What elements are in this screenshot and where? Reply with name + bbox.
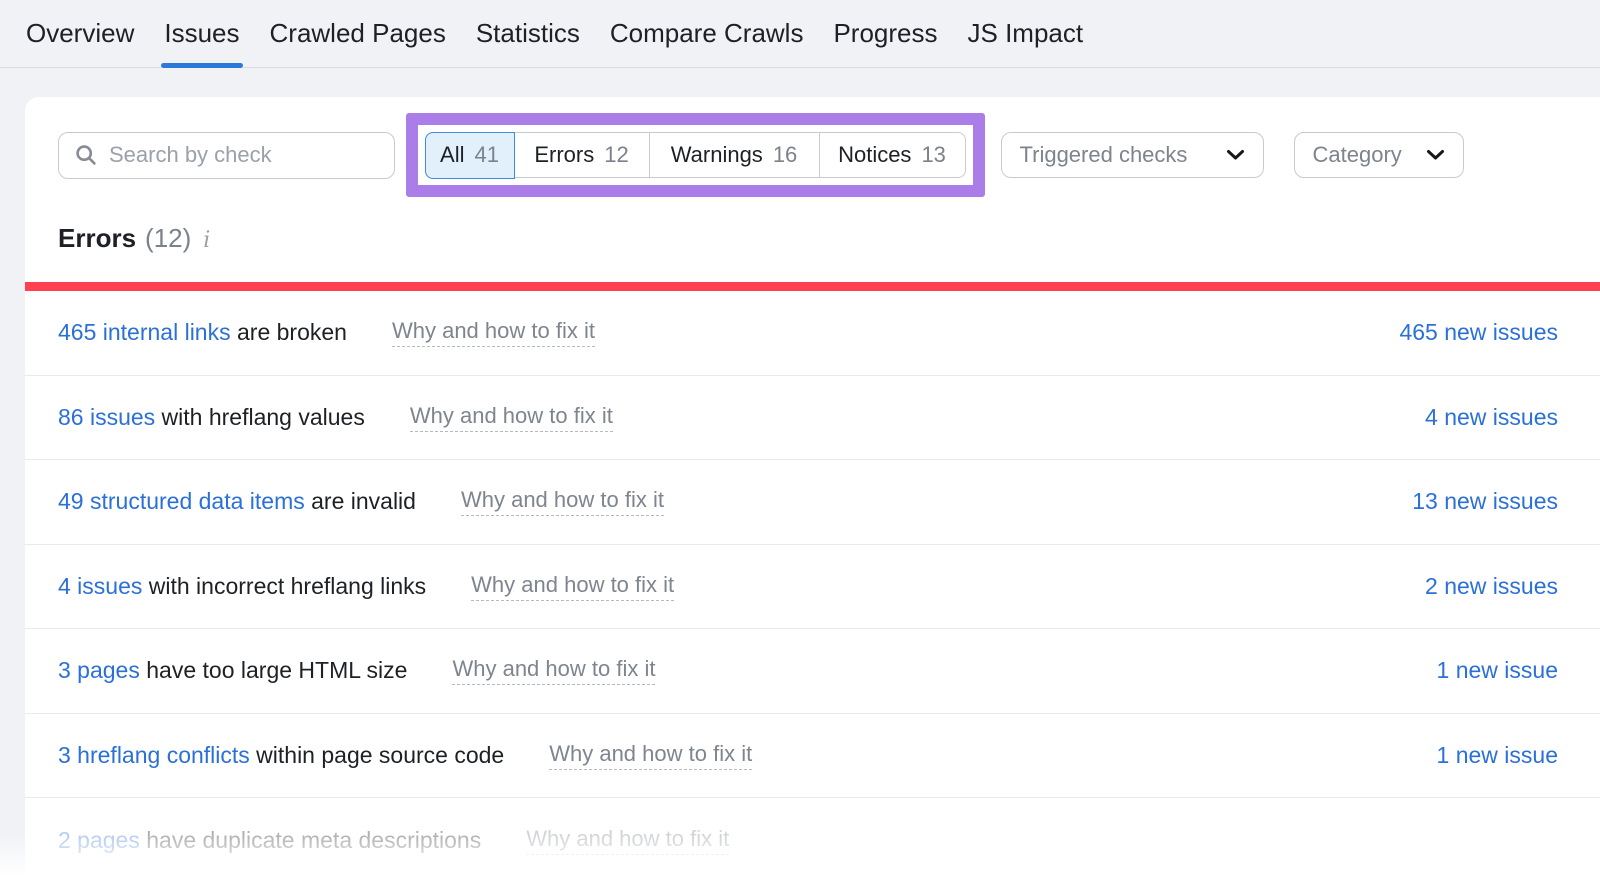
filter-notices[interactable]: Notices 13	[820, 133, 965, 177]
why-how-to-fix-link[interactable]: Why and how to fix it	[452, 656, 655, 685]
category-dropdown[interactable]: Category	[1294, 132, 1464, 178]
issue-description: have too large HTML size	[140, 657, 408, 684]
tab-statistics-label: Statistics	[476, 18, 580, 49]
why-how-to-fix-link[interactable]: Why and how to fix it	[549, 741, 752, 770]
filter-warnings[interactable]: Warnings 16	[650, 133, 820, 177]
filter-notices-label: Notices	[838, 142, 911, 168]
why-how-to-fix-link[interactable]: Why and how to fix it	[471, 572, 674, 601]
issue-row: 2 pages have duplicate meta descriptions…	[25, 798, 1600, 880]
issue-description: with hreflang values	[155, 404, 365, 431]
issue-link[interactable]: 86 issues	[58, 404, 155, 431]
section-title: Errors	[58, 222, 136, 254]
filter-errors-count: 12	[604, 142, 628, 168]
filter-warnings-label: Warnings	[671, 142, 763, 168]
filter-warnings-count: 16	[773, 142, 797, 168]
triggered-checks-dropdown[interactable]: Triggered checks	[1001, 132, 1264, 178]
filter-errors-label: Errors	[534, 142, 594, 168]
issues-toolbar: All 41 Errors 12 Warnings 16 Notices 13 …	[25, 113, 1600, 197]
filter-errors[interactable]: Errors 12	[515, 133, 650, 177]
triggered-checks-label: Triggered checks	[1020, 142, 1188, 168]
issue-description: are broken	[231, 319, 347, 346]
tab-crawled-pages[interactable]: Crawled Pages	[270, 0, 446, 67]
issue-row: 4 issues with incorrect hreflang links W…	[25, 545, 1600, 630]
issue-link[interactable]: 49 structured data items	[58, 488, 305, 515]
tab-progress-label: Progress	[833, 18, 937, 49]
new-issues-link[interactable]: 465 new issues	[1399, 319, 1558, 346]
filter-all[interactable]: All 41	[425, 132, 515, 179]
issue-link[interactable]: 3 hreflang conflicts	[58, 742, 250, 769]
tab-overview-label: Overview	[26, 18, 134, 49]
tab-issues-label: Issues	[164, 18, 239, 49]
search-icon	[75, 144, 97, 166]
why-how-to-fix-link[interactable]: Why and how to fix it	[461, 487, 664, 516]
new-issues-link[interactable]: 1 new issue	[1437, 657, 1558, 684]
tab-issues[interactable]: Issues	[164, 0, 239, 67]
issues-list: 465 internal links are broken Why and ho…	[25, 291, 1600, 880]
issue-row: 49 structured data items are invalid Why…	[25, 460, 1600, 545]
why-how-to-fix-link[interactable]: Why and how to fix it	[392, 318, 595, 347]
issue-row: 86 issues with hreflang values Why and h…	[25, 376, 1600, 461]
issue-link[interactable]: 3 pages	[58, 657, 140, 684]
issue-description: are invalid	[305, 488, 416, 515]
why-how-to-fix-link[interactable]: Why and how to fix it	[410, 403, 613, 432]
why-how-to-fix-link[interactable]: Why and how to fix it	[526, 826, 729, 855]
new-issues-link[interactable]: 4 new issues	[1425, 404, 1558, 431]
chevron-down-icon	[1426, 149, 1445, 161]
chevron-down-icon	[1226, 149, 1245, 161]
issue-row: 465 internal links are broken Why and ho…	[25, 291, 1600, 376]
issue-description: have duplicate meta descriptions	[140, 827, 481, 854]
issue-row: 3 pages have too large HTML size Why and…	[25, 629, 1600, 714]
search-input[interactable]	[109, 142, 380, 168]
tab-compare-crawls[interactable]: Compare Crawls	[610, 0, 804, 67]
info-icon[interactable]: i	[203, 225, 210, 257]
errors-section-header: Errors (12) i	[25, 222, 1600, 257]
section-count: (12)	[145, 222, 191, 254]
tab-compare-crawls-label: Compare Crawls	[610, 18, 804, 49]
filter-all-label: All	[440, 142, 464, 168]
new-issues-link[interactable]: 1 new issue	[1437, 742, 1558, 769]
filter-all-count: 41	[474, 142, 498, 168]
issue-row: 3 hreflang conflicts within page source …	[25, 714, 1600, 799]
issue-description: with incorrect hreflang links	[142, 573, 426, 600]
tab-progress[interactable]: Progress	[833, 0, 937, 67]
severity-filter-group: All 41 Errors 12 Warnings 16 Notices 13	[425, 132, 966, 178]
search-by-check-box[interactable]	[58, 132, 395, 179]
issue-description: within page source code	[250, 742, 504, 769]
issues-panel: All 41 Errors 12 Warnings 16 Notices 13 …	[25, 97, 1600, 880]
tab-js-impact-label: JS Impact	[968, 18, 1084, 49]
errors-severity-bar	[25, 282, 1600, 291]
new-issues-link[interactable]: 13 new issues	[1412, 488, 1558, 515]
tab-js-impact[interactable]: JS Impact	[968, 0, 1084, 67]
tab-statistics[interactable]: Statistics	[476, 0, 580, 67]
new-issues-link[interactable]: 2 new issues	[1425, 573, 1558, 600]
tab-crawled-pages-label: Crawled Pages	[270, 18, 446, 49]
issue-link[interactable]: 465 internal links	[58, 319, 231, 346]
issue-link[interactable]: 4 issues	[58, 573, 142, 600]
issue-link[interactable]: 2 pages	[58, 827, 140, 854]
annotation-highlight-box: All 41 Errors 12 Warnings 16 Notices 13	[406, 113, 985, 197]
filter-notices-count: 13	[921, 142, 945, 168]
tab-overview[interactable]: Overview	[26, 0, 134, 67]
audit-tab-bar: Overview Issues Crawled Pages Statistics…	[0, 0, 1600, 68]
category-label: Category	[1313, 142, 1402, 168]
